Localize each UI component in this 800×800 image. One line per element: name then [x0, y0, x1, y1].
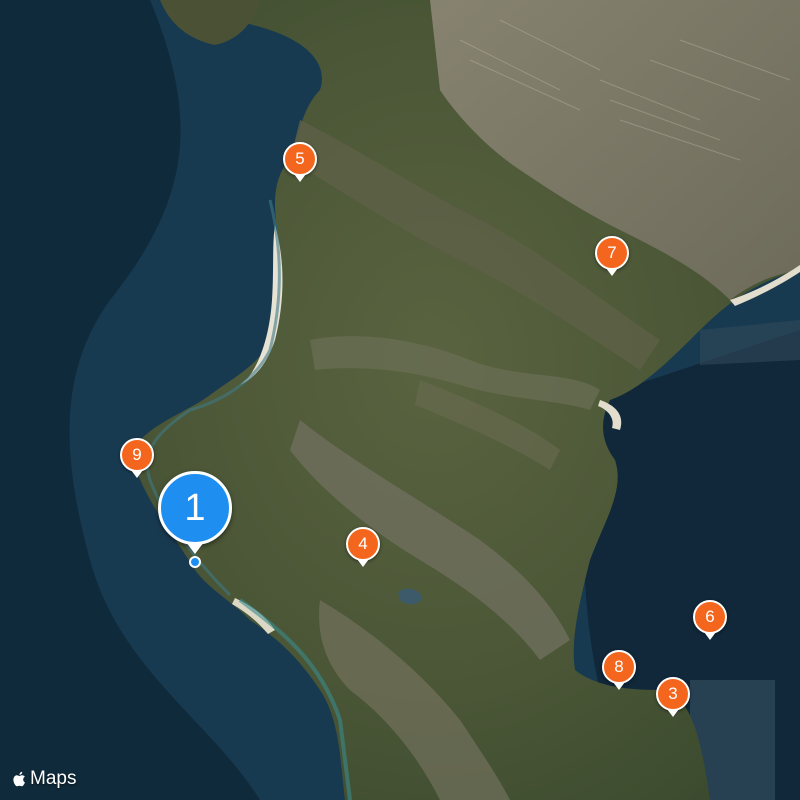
marker-4[interactable]: 4 [346, 527, 380, 567]
marker-5-badge: 5 [283, 142, 317, 176]
marker-3-badge: 3 [656, 677, 690, 711]
marker-9[interactable]: 9 [120, 438, 154, 478]
marker-7-badge: 7 [595, 236, 629, 270]
marker-1-badge: 1 [158, 471, 232, 545]
maps-attribution[interactable]: Maps [12, 768, 76, 790]
marker-3[interactable]: 3 [656, 677, 690, 717]
attribution-text: Maps [30, 768, 77, 789]
apple-logo-icon [13, 771, 25, 787]
marker-7[interactable]: 7 [595, 236, 629, 276]
marker-9-badge: 9 [120, 438, 154, 472]
marker-6-badge: 6 [693, 600, 727, 634]
marker-8[interactable]: 8 [602, 650, 636, 690]
marker-4-badge: 4 [346, 527, 380, 561]
map-canvas[interactable]: 1 3 4 5 6 7 8 9 Maps [0, 0, 800, 800]
marker-1[interactable]: 1 [158, 471, 232, 568]
marker-5[interactable]: 5 [283, 142, 317, 182]
marker-6[interactable]: 6 [693, 600, 727, 640]
marker-8-badge: 8 [602, 650, 636, 684]
location-dot [189, 556, 201, 568]
